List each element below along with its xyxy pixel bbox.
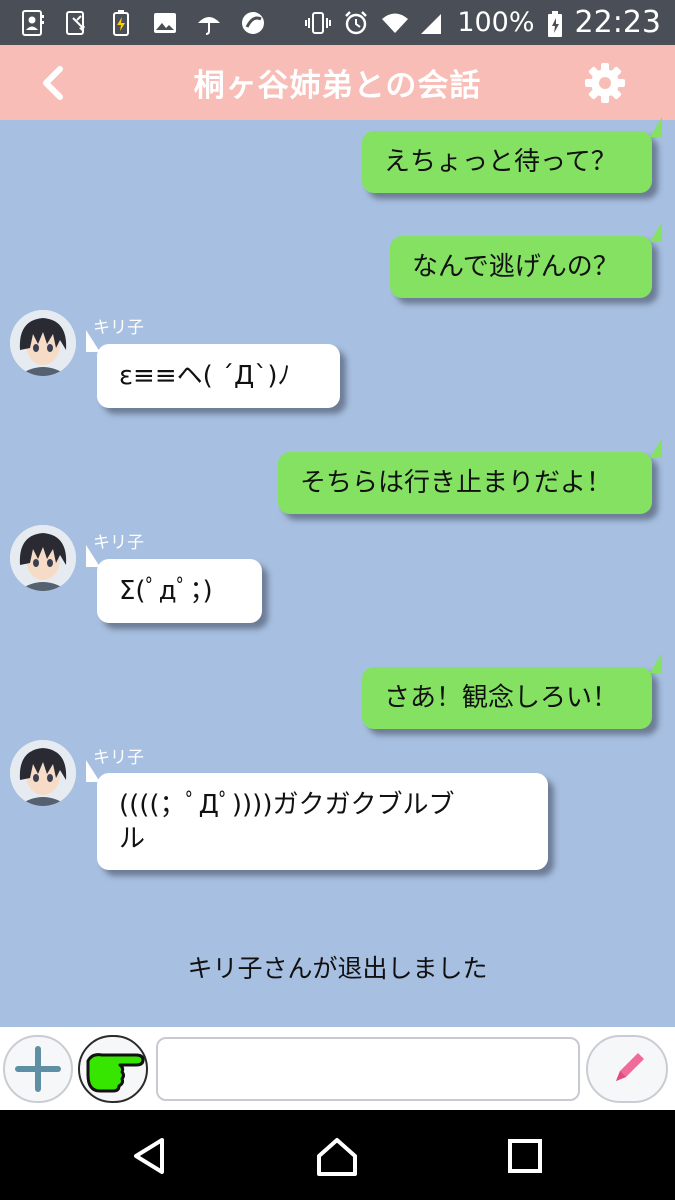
- chat-header: 桐ヶ谷姉弟との会話: [0, 45, 675, 120]
- system-status: 100% 22:23: [305, 0, 661, 45]
- message-text-line: ル: [119, 823, 146, 854]
- image-icon: [152, 10, 178, 36]
- pointing-hand-icon: [86, 1053, 145, 1093]
- chat-title: 桐ヶ谷姉弟との会話: [193, 68, 482, 104]
- sent-message-bubble: さあ！観念しろい！: [362, 667, 652, 729]
- battery-icon: [547, 10, 563, 37]
- message-text: えちょっと待って？: [384, 147, 617, 177]
- received-message-bubble: ((((；ﾟДﾟ))))ガクガクブルブ ル: [97, 773, 548, 870]
- pencil-icon: [616, 1053, 644, 1081]
- sender-name: キリ子: [93, 748, 144, 768]
- umbrella-icon: [196, 10, 222, 36]
- avatar[interactable]: [10, 310, 76, 376]
- sender-name: キリ子: [93, 533, 144, 553]
- notification-icons: [0, 9, 266, 36]
- avatar-image: [10, 310, 76, 376]
- add-button[interactable]: [3, 1035, 73, 1103]
- battery-percentage: 100%: [457, 7, 535, 38]
- message-input[interactable]: [156, 1037, 580, 1101]
- message-text: さあ！観念しろい！: [384, 683, 619, 713]
- bubble-tail: [650, 653, 662, 673]
- compose-button[interactable]: [586, 1035, 668, 1103]
- bubble-tail: [650, 222, 662, 242]
- received-message-bubble: ε≡≡ヘ( ´Д`)ﾉ: [97, 344, 340, 408]
- back-button[interactable]: [34, 63, 74, 103]
- avatar-image: [10, 740, 76, 806]
- alarm-icon: [343, 10, 369, 36]
- gear-icon: [585, 63, 625, 103]
- avatar[interactable]: [10, 740, 76, 806]
- status-bar: 100% 22:23: [0, 0, 675, 45]
- plus-icon: [15, 1046, 61, 1092]
- sent-message-bubble: そちらは行き止まりだよ！: [278, 452, 652, 514]
- message-text: なんで逃げんの？: [412, 252, 619, 282]
- bubble-tail: [650, 117, 662, 137]
- battery-charging-icon: [108, 9, 134, 36]
- back-triangle-icon[interactable]: [126, 1132, 174, 1180]
- chat-area[interactable]: えちょっと待って？ なんで逃げんの？ キリ子 ε≡≡ヘ( ´Д`)ﾉ そちらは行…: [0, 117, 675, 1027]
- app-icon: [240, 10, 266, 36]
- system-message: キリ子さんが退出しました: [187, 954, 488, 983]
- vibrate-icon: [305, 10, 332, 36]
- signal-icon: [419, 10, 445, 36]
- wifi-icon: [381, 10, 409, 36]
- navigation-bar: [0, 1110, 675, 1200]
- contacts-icon: [20, 9, 46, 36]
- avatar-image: [10, 525, 76, 591]
- sender-name: キリ子: [93, 318, 144, 338]
- avatar[interactable]: [10, 525, 76, 591]
- settings-button[interactable]: [583, 61, 627, 105]
- home-icon[interactable]: [313, 1132, 361, 1180]
- sent-message-bubble: なんで逃げんの？: [390, 236, 652, 298]
- screenshot-icon: [64, 10, 90, 36]
- sticker-button[interactable]: [78, 1035, 148, 1103]
- sent-message-bubble: えちょっと待って？: [362, 131, 652, 193]
- message-text-line: ((((；ﾟДﾟ))))ガクガクブルブ: [119, 789, 455, 820]
- recents-icon[interactable]: [501, 1132, 549, 1180]
- message-text: Σ(ﾟдﾟ；): [119, 576, 213, 606]
- message-text: ε≡≡ヘ( ´Д`)ﾉ: [119, 361, 291, 391]
- bubble-tail: [650, 438, 662, 458]
- chevron-left-icon: [43, 66, 63, 100]
- input-bar: [0, 1027, 675, 1110]
- clock: 22:23: [574, 5, 661, 40]
- message-text: そちらは行き止まりだよ！: [300, 468, 613, 498]
- received-message-bubble: Σ(ﾟдﾟ；): [97, 559, 262, 623]
